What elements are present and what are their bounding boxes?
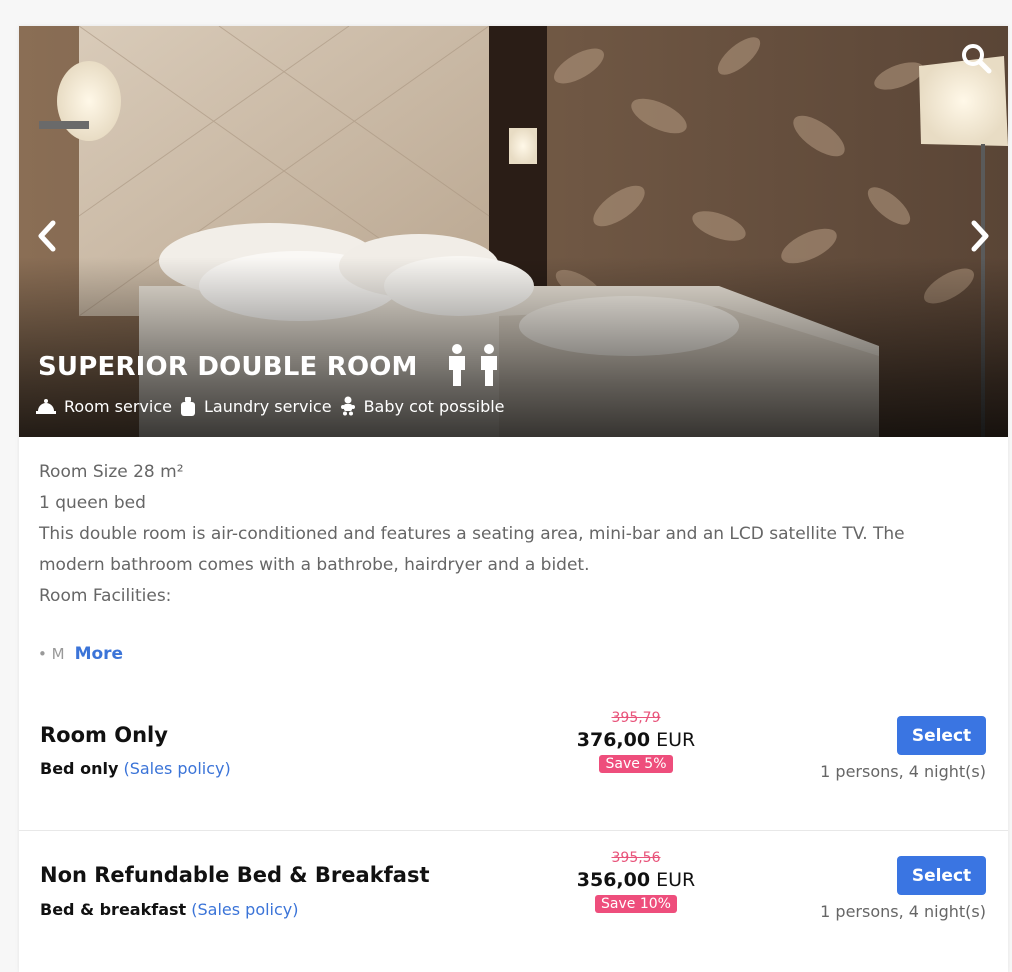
amenity-room-service: Room service	[36, 397, 172, 416]
amenity-label: Laundry service	[203, 396, 332, 416]
room-card: SUPERIOR DOUBLE ROOM Room service Laundr…	[19, 26, 1008, 972]
old-price: 395,56	[611, 850, 661, 866]
description-text: This double room is air-conditioned and …	[39, 524, 905, 575]
save-badge: Save 10%	[595, 895, 677, 913]
amenity-baby-cot: Baby cot possible	[340, 396, 505, 416]
previous-photo-button[interactable]	[29, 216, 65, 256]
truncated-text: • M	[38, 645, 65, 663]
room-title: SUPERIOR DOUBLE ROOM	[38, 352, 418, 382]
next-photo-button[interactable]	[962, 216, 998, 256]
rate-row-non-refundable-bb: Non Refundable Bed & Breakfast Bed & bre…	[19, 830, 1008, 970]
sales-policy-link[interactable]: (Sales policy)	[191, 900, 298, 919]
rate-board-info: Bed & breakfast (Sales policy)	[40, 900, 299, 919]
amenity-label: Room service	[64, 396, 172, 416]
chevron-right-icon	[971, 220, 989, 252]
save-badge: Save 5%	[599, 755, 673, 773]
persons-nights: 1 persons, 4 night(s)	[820, 762, 986, 781]
old-price: 395,79	[611, 710, 661, 726]
amenity-laundry-service: Laundry service	[180, 396, 332, 416]
price-block: 395,56 356,00 EUR Save 10%	[564, 850, 708, 913]
more-link[interactable]: More	[75, 644, 124, 664]
rate-board-info: Bed only (Sales policy)	[40, 759, 231, 778]
zoom-photo-button[interactable]	[958, 40, 994, 76]
price-amount: 376,00	[576, 729, 651, 751]
bed-type: 1 queen bed	[39, 493, 146, 513]
currency: EUR	[656, 729, 696, 751]
current-price: 356,00 EUR	[564, 869, 708, 891]
amenities-list: Room service Laundry service Baby cot po…	[36, 396, 513, 416]
room-size: Room Size 28 m²	[39, 462, 184, 482]
board-type: Bed only	[40, 759, 119, 778]
rate-name: Room Only	[40, 723, 168, 747]
select-button[interactable]: Select	[897, 856, 986, 895]
price-block: 395,79 376,00 EUR Save 5%	[564, 710, 708, 773]
rate-name: Non Refundable Bed & Breakfast	[40, 863, 430, 887]
laundry-icon	[180, 397, 195, 416]
current-price: 376,00 EUR	[564, 729, 708, 751]
persons-nights: 1 persons, 4 night(s)	[820, 902, 986, 921]
price-amount: 356,00	[576, 869, 651, 891]
room-photo-gallery[interactable]: SUPERIOR DOUBLE ROOM Room service Laundr…	[19, 26, 1008, 437]
amenity-label: Baby cot possible	[363, 396, 505, 416]
rate-row-room-only: Room Only Bed only (Sales policy) 395,79…	[19, 692, 1008, 831]
search-icon	[962, 44, 992, 74]
more-row: • M More	[38, 644, 123, 664]
chevron-left-icon	[38, 220, 56, 252]
bell-icon	[36, 399, 56, 414]
baby-icon	[340, 396, 355, 416]
two-persons-icon	[449, 344, 497, 386]
select-button[interactable]: Select	[897, 716, 986, 755]
currency: EUR	[656, 869, 696, 891]
sales-policy-link[interactable]: (Sales policy)	[123, 759, 230, 778]
facilities-heading: Room Facilities:	[39, 586, 172, 606]
room-description: Room Size 28 m² 1 queen bed This double …	[39, 457, 969, 612]
board-type: Bed & breakfast	[40, 900, 187, 919]
